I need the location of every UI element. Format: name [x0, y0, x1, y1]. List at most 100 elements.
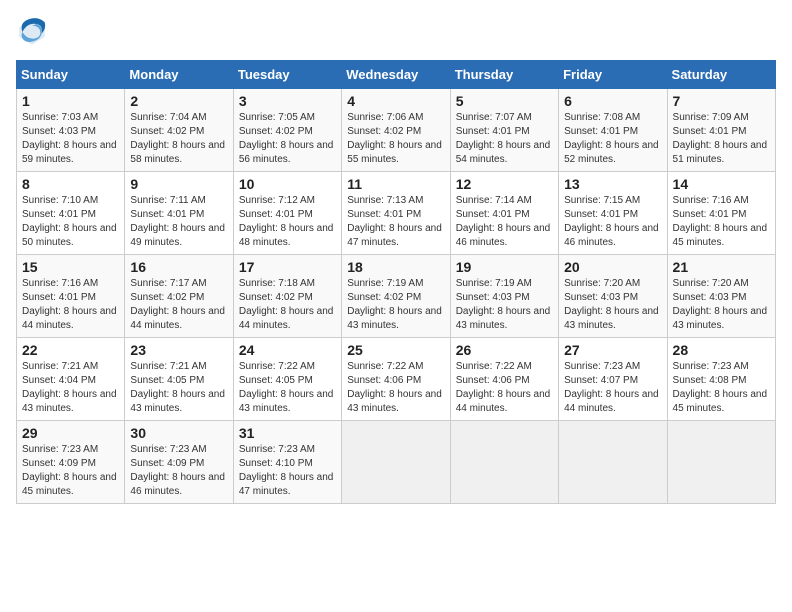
calendar-cell: 13 Sunrise: 7:15 AMSunset: 4:01 PMDaylig… — [559, 172, 667, 255]
calendar-week-3: 15 Sunrise: 7:16 AMSunset: 4:01 PMDaylig… — [17, 255, 776, 338]
calendar-cell: 18 Sunrise: 7:19 AMSunset: 4:02 PMDaylig… — [342, 255, 450, 338]
day-detail: Sunrise: 7:16 AMSunset: 4:01 PMDaylight:… — [22, 278, 117, 331]
day-number: 15 — [22, 259, 119, 275]
calendar-week-4: 22 Sunrise: 7:21 AMSunset: 4:04 PMDaylig… — [17, 338, 776, 421]
calendar-cell: 4 Sunrise: 7:06 AMSunset: 4:02 PMDayligh… — [342, 89, 450, 172]
day-number: 2 — [130, 93, 227, 109]
header-cell-friday: Friday — [559, 61, 667, 89]
calendar-table: SundayMondayTuesdayWednesdayThursdayFrid… — [16, 60, 776, 504]
day-detail: Sunrise: 7:04 AMSunset: 4:02 PMDaylight:… — [130, 112, 225, 165]
day-detail: Sunrise: 7:20 AMSunset: 4:03 PMDaylight:… — [673, 278, 768, 331]
calendar-week-1: 1 Sunrise: 7:03 AMSunset: 4:03 PMDayligh… — [17, 89, 776, 172]
day-number: 19 — [456, 259, 553, 275]
day-detail: Sunrise: 7:06 AMSunset: 4:02 PMDaylight:… — [347, 112, 442, 165]
calendar-cell: 6 Sunrise: 7:08 AMSunset: 4:01 PMDayligh… — [559, 89, 667, 172]
calendar-cell: 15 Sunrise: 7:16 AMSunset: 4:01 PMDaylig… — [17, 255, 125, 338]
day-detail: Sunrise: 7:22 AMSunset: 4:05 PMDaylight:… — [239, 361, 334, 414]
calendar-cell: 25 Sunrise: 7:22 AMSunset: 4:06 PMDaylig… — [342, 338, 450, 421]
calendar-header: SundayMondayTuesdayWednesdayThursdayFrid… — [17, 61, 776, 89]
day-number: 13 — [564, 176, 661, 192]
header-cell-tuesday: Tuesday — [233, 61, 341, 89]
day-detail: Sunrise: 7:08 AMSunset: 4:01 PMDaylight:… — [564, 112, 659, 165]
page-header — [16, 16, 776, 48]
day-detail: Sunrise: 7:18 AMSunset: 4:02 PMDaylight:… — [239, 278, 334, 331]
day-detail: Sunrise: 7:19 AMSunset: 4:02 PMDaylight:… — [347, 278, 442, 331]
day-detail: Sunrise: 7:14 AMSunset: 4:01 PMDaylight:… — [456, 195, 551, 248]
calendar-cell: 19 Sunrise: 7:19 AMSunset: 4:03 PMDaylig… — [450, 255, 558, 338]
header-cell-saturday: Saturday — [667, 61, 775, 89]
calendar-cell: 2 Sunrise: 7:04 AMSunset: 4:02 PMDayligh… — [125, 89, 233, 172]
day-detail: Sunrise: 7:21 AMSunset: 4:04 PMDaylight:… — [22, 361, 117, 414]
calendar-cell: 11 Sunrise: 7:13 AMSunset: 4:01 PMDaylig… — [342, 172, 450, 255]
day-number: 3 — [239, 93, 336, 109]
day-number: 11 — [347, 176, 444, 192]
day-number: 24 — [239, 342, 336, 358]
calendar-cell — [450, 421, 558, 504]
day-detail: Sunrise: 7:17 AMSunset: 4:02 PMDaylight:… — [130, 278, 225, 331]
day-detail: Sunrise: 7:07 AMSunset: 4:01 PMDaylight:… — [456, 112, 551, 165]
day-detail: Sunrise: 7:03 AMSunset: 4:03 PMDaylight:… — [22, 112, 117, 165]
day-number: 7 — [673, 93, 770, 109]
day-detail: Sunrise: 7:11 AMSunset: 4:01 PMDaylight:… — [130, 195, 225, 248]
day-detail: Sunrise: 7:12 AMSunset: 4:01 PMDaylight:… — [239, 195, 334, 248]
day-detail: Sunrise: 7:20 AMSunset: 4:03 PMDaylight:… — [564, 278, 659, 331]
calendar-cell: 16 Sunrise: 7:17 AMSunset: 4:02 PMDaylig… — [125, 255, 233, 338]
calendar-cell: 8 Sunrise: 7:10 AMSunset: 4:01 PMDayligh… — [17, 172, 125, 255]
calendar-cell — [667, 421, 775, 504]
day-number: 5 — [456, 93, 553, 109]
day-number: 21 — [673, 259, 770, 275]
day-number: 14 — [673, 176, 770, 192]
day-number: 9 — [130, 176, 227, 192]
calendar-cell: 10 Sunrise: 7:12 AMSunset: 4:01 PMDaylig… — [233, 172, 341, 255]
day-number: 17 — [239, 259, 336, 275]
header-cell-sunday: Sunday — [17, 61, 125, 89]
day-detail: Sunrise: 7:23 AMSunset: 4:07 PMDaylight:… — [564, 361, 659, 414]
calendar-cell: 22 Sunrise: 7:21 AMSunset: 4:04 PMDaylig… — [17, 338, 125, 421]
day-detail: Sunrise: 7:23 AMSunset: 4:09 PMDaylight:… — [130, 444, 225, 497]
calendar-body: 1 Sunrise: 7:03 AMSunset: 4:03 PMDayligh… — [17, 89, 776, 504]
day-detail: Sunrise: 7:23 AMSunset: 4:09 PMDaylight:… — [22, 444, 117, 497]
day-number: 18 — [347, 259, 444, 275]
header-row: SundayMondayTuesdayWednesdayThursdayFrid… — [17, 61, 776, 89]
calendar-cell: 17 Sunrise: 7:18 AMSunset: 4:02 PMDaylig… — [233, 255, 341, 338]
calendar-cell: 21 Sunrise: 7:20 AMSunset: 4:03 PMDaylig… — [667, 255, 775, 338]
day-number: 26 — [456, 342, 553, 358]
day-number: 10 — [239, 176, 336, 192]
calendar-cell: 29 Sunrise: 7:23 AMSunset: 4:09 PMDaylig… — [17, 421, 125, 504]
header-cell-thursday: Thursday — [450, 61, 558, 89]
day-number: 12 — [456, 176, 553, 192]
day-detail: Sunrise: 7:09 AMSunset: 4:01 PMDaylight:… — [673, 112, 768, 165]
calendar-cell: 27 Sunrise: 7:23 AMSunset: 4:07 PMDaylig… — [559, 338, 667, 421]
day-number: 8 — [22, 176, 119, 192]
calendar-cell: 26 Sunrise: 7:22 AMSunset: 4:06 PMDaylig… — [450, 338, 558, 421]
day-number: 28 — [673, 342, 770, 358]
calendar-cell: 28 Sunrise: 7:23 AMSunset: 4:08 PMDaylig… — [667, 338, 775, 421]
calendar-cell: 9 Sunrise: 7:11 AMSunset: 4:01 PMDayligh… — [125, 172, 233, 255]
day-detail: Sunrise: 7:22 AMSunset: 4:06 PMDaylight:… — [347, 361, 442, 414]
calendar-cell: 7 Sunrise: 7:09 AMSunset: 4:01 PMDayligh… — [667, 89, 775, 172]
day-number: 23 — [130, 342, 227, 358]
day-detail: Sunrise: 7:13 AMSunset: 4:01 PMDaylight:… — [347, 195, 442, 248]
day-number: 31 — [239, 425, 336, 441]
day-detail: Sunrise: 7:23 AMSunset: 4:08 PMDaylight:… — [673, 361, 768, 414]
calendar-cell: 3 Sunrise: 7:05 AMSunset: 4:02 PMDayligh… — [233, 89, 341, 172]
header-cell-wednesday: Wednesday — [342, 61, 450, 89]
day-number: 1 — [22, 93, 119, 109]
logo — [16, 16, 52, 48]
day-number: 27 — [564, 342, 661, 358]
calendar-cell: 12 Sunrise: 7:14 AMSunset: 4:01 PMDaylig… — [450, 172, 558, 255]
calendar-cell: 5 Sunrise: 7:07 AMSunset: 4:01 PMDayligh… — [450, 89, 558, 172]
header-cell-monday: Monday — [125, 61, 233, 89]
calendar-cell: 14 Sunrise: 7:16 AMSunset: 4:01 PMDaylig… — [667, 172, 775, 255]
day-number: 25 — [347, 342, 444, 358]
calendar-cell — [342, 421, 450, 504]
day-detail: Sunrise: 7:23 AMSunset: 4:10 PMDaylight:… — [239, 444, 334, 497]
calendar-week-5: 29 Sunrise: 7:23 AMSunset: 4:09 PMDaylig… — [17, 421, 776, 504]
day-detail: Sunrise: 7:22 AMSunset: 4:06 PMDaylight:… — [456, 361, 551, 414]
day-detail: Sunrise: 7:10 AMSunset: 4:01 PMDaylight:… — [22, 195, 117, 248]
calendar-cell: 24 Sunrise: 7:22 AMSunset: 4:05 PMDaylig… — [233, 338, 341, 421]
day-number: 4 — [347, 93, 444, 109]
calendar-cell: 23 Sunrise: 7:21 AMSunset: 4:05 PMDaylig… — [125, 338, 233, 421]
calendar-cell: 30 Sunrise: 7:23 AMSunset: 4:09 PMDaylig… — [125, 421, 233, 504]
day-number: 30 — [130, 425, 227, 441]
